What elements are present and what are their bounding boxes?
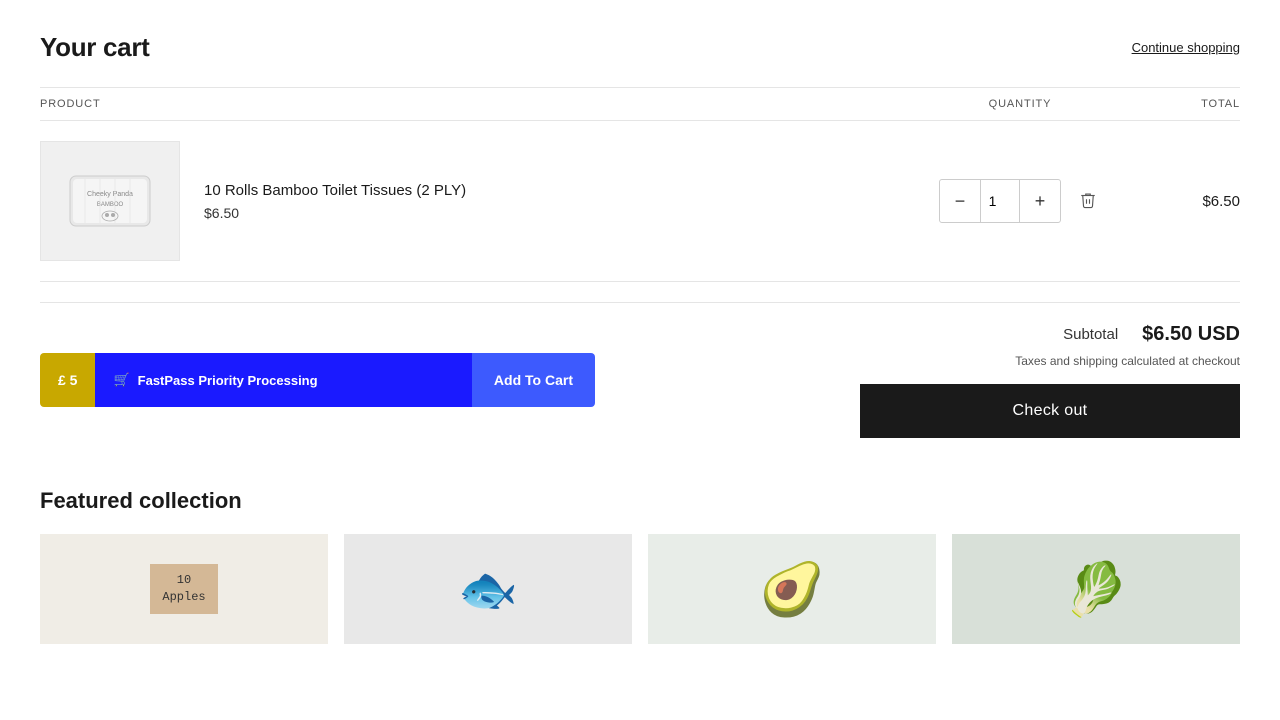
featured-grid: 10Apples 🐟 🥑 🥬 bbox=[40, 534, 1240, 644]
quantity-control: − + bbox=[920, 179, 1120, 223]
product-name: 10 Rolls Bamboo Toilet Tissues (2 PLY) bbox=[204, 182, 920, 199]
col-header-quantity: QUANTITY bbox=[920, 98, 1120, 110]
list-item[interactable]: 🥬 bbox=[952, 534, 1240, 644]
table-row: Cheeky Panda BAMBOO 10 Rolls Bamboo Toil… bbox=[40, 121, 1240, 282]
list-item[interactable]: 🥑 bbox=[648, 534, 936, 644]
fastpass-area: £ 5 🛒 FastPass Priority Processing Add T… bbox=[40, 323, 595, 407]
checkout-button[interactable]: Check out bbox=[860, 384, 1240, 438]
apples-card: 10Apples bbox=[40, 534, 328, 644]
fish-icon: 🐟 bbox=[458, 561, 518, 618]
section-divider bbox=[40, 302, 1240, 303]
column-headers: PRODUCT QUANTITY TOTAL bbox=[40, 87, 1240, 121]
featured-section: Featured collection 10Apples 🐟 🥑 🥬 bbox=[40, 488, 1240, 644]
fastpass-label-text: FastPass Priority Processing bbox=[138, 373, 318, 388]
list-item[interactable]: 🐟 bbox=[344, 534, 632, 644]
featured-title: Featured collection bbox=[40, 488, 1240, 514]
fastpass-banner: £ 5 🛒 FastPass Priority Processing Add T… bbox=[40, 353, 595, 407]
col-header-total: TOTAL bbox=[1120, 98, 1240, 110]
quantity-increase-button[interactable]: + bbox=[1020, 180, 1060, 222]
fastpass-label: 🛒 FastPass Priority Processing bbox=[95, 353, 471, 407]
col-header-product: PRODUCT bbox=[40, 98, 920, 110]
quantity-stepper: − + bbox=[939, 179, 1061, 223]
list-item[interactable]: 10Apples bbox=[40, 534, 328, 644]
cabbage-icon: 🥬 bbox=[1064, 559, 1129, 620]
svg-text:BAMBOO: BAMBOO bbox=[97, 202, 124, 208]
quantity-input[interactable] bbox=[980, 180, 1020, 222]
svg-text:Cheeky Panda: Cheeky Panda bbox=[87, 191, 133, 198]
bottom-area: £ 5 🛒 FastPass Priority Processing Add T… bbox=[40, 323, 1240, 438]
product-info: 10 Rolls Bamboo Toilet Tissues (2 PLY) $… bbox=[204, 182, 920, 221]
product-thumbnail: Cheeky Panda BAMBOO bbox=[41, 142, 179, 260]
product-price: $6.50 bbox=[204, 205, 920, 221]
quantity-decrease-button[interactable]: − bbox=[940, 180, 980, 222]
continue-shopping-link[interactable]: Continue shopping bbox=[1132, 40, 1240, 55]
product-image: Cheeky Panda BAMBOO bbox=[40, 141, 180, 261]
tax-note: Taxes and shipping calculated at checkou… bbox=[1015, 354, 1240, 368]
delete-item-button[interactable] bbox=[1075, 187, 1101, 216]
fastpass-badge: £ 5 bbox=[40, 353, 95, 407]
subtotal-row: Subtotal $6.50 USD bbox=[1063, 323, 1240, 346]
avocado-icon: 🥑 bbox=[760, 559, 825, 620]
cart-title: Your cart bbox=[40, 32, 150, 63]
subtotal-label: Subtotal bbox=[1063, 326, 1118, 343]
toilet-paper-svg: Cheeky Panda BAMBOO bbox=[65, 166, 155, 236]
cart-header: Your cart Continue shopping bbox=[40, 0, 1240, 87]
item-total: $6.50 bbox=[1120, 193, 1240, 210]
fastpass-add-button[interactable]: Add To Cart bbox=[472, 353, 595, 407]
apples-label: 10Apples bbox=[150, 564, 217, 614]
order-summary: Subtotal $6.50 USD Taxes and shipping ca… bbox=[860, 323, 1240, 438]
trash-icon bbox=[1079, 191, 1097, 209]
fastpass-badge-text: £ 5 bbox=[58, 372, 77, 388]
subtotal-value: $6.50 USD bbox=[1142, 323, 1240, 346]
cart-icon: 🛒 bbox=[113, 372, 129, 388]
